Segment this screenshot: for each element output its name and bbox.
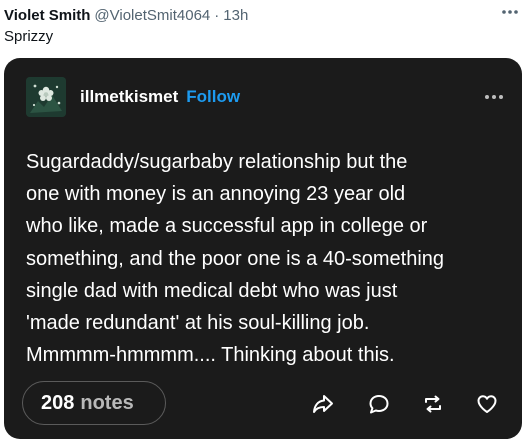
post-body-line: something, and the poor one is a 40-some… bbox=[26, 247, 445, 270]
follow-button[interactable]: Follow bbox=[186, 87, 240, 106]
share-icon[interactable] bbox=[310, 391, 336, 417]
separator-dot: · bbox=[214, 6, 220, 24]
reblog-icon[interactable] bbox=[420, 391, 446, 417]
author-display-name[interactable]: Violet Smith bbox=[4, 7, 90, 24]
post-body-line: one with money is an annoying 23 year ol… bbox=[26, 183, 406, 206]
more-horizontal-icon[interactable] bbox=[500, 4, 520, 20]
post-body-line: who like, made a successful app in colle… bbox=[26, 215, 428, 238]
post-body-line: single dad with medical debt who was jus… bbox=[26, 279, 398, 302]
post-body-line: 'made redundant' at his soul-killing job… bbox=[26, 312, 370, 335]
reply-icon[interactable] bbox=[366, 391, 392, 417]
notes-label: notes bbox=[80, 391, 134, 414]
notes-count: 208 bbox=[41, 391, 75, 414]
tweet-header: Violet Smith @VioletSmit4064 · 13h bbox=[4, 4, 518, 26]
post-username[interactable]: illmetkismet bbox=[80, 87, 178, 106]
post-author-row: illmetkismet Follow bbox=[80, 87, 240, 107]
more-horizontal-icon[interactable] bbox=[482, 90, 506, 104]
like-icon[interactable] bbox=[474, 391, 500, 417]
timestamp[interactable]: 13h bbox=[223, 7, 248, 24]
author-handle[interactable]: @VioletSmit4064 bbox=[94, 7, 210, 24]
embedded-post-card[interactable]: illmetkismet Follow Sugardaddy/sugarbaby … bbox=[4, 58, 522, 439]
post-body-line: Mmmmm-hmmmm.... Thinking about this. bbox=[26, 344, 395, 367]
post-body: Sugardaddy/sugarbaby relationship but th… bbox=[26, 146, 516, 371]
tweet-text: Sprizzy bbox=[4, 28, 54, 45]
notes-button[interactable]: 208 notes bbox=[22, 381, 166, 425]
post-body-line: Sugardaddy/sugarbaby relationship but th… bbox=[26, 151, 408, 173]
flower-avatar-icon[interactable] bbox=[26, 77, 66, 117]
